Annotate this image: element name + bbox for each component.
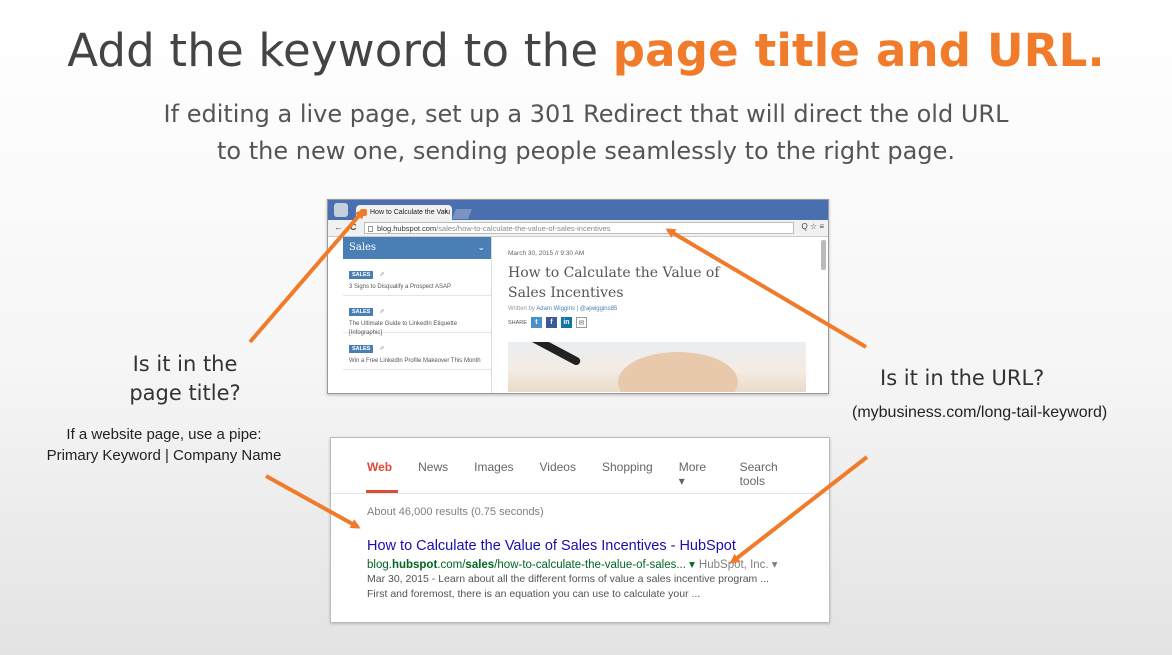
arrow-to-result-title	[265, 474, 361, 529]
arrow-to-url-bar	[665, 228, 868, 349]
arrow-to-tab-title	[248, 208, 365, 344]
callout-arrows	[248, 208, 869, 564]
arrow-to-result-url	[729, 455, 869, 564]
